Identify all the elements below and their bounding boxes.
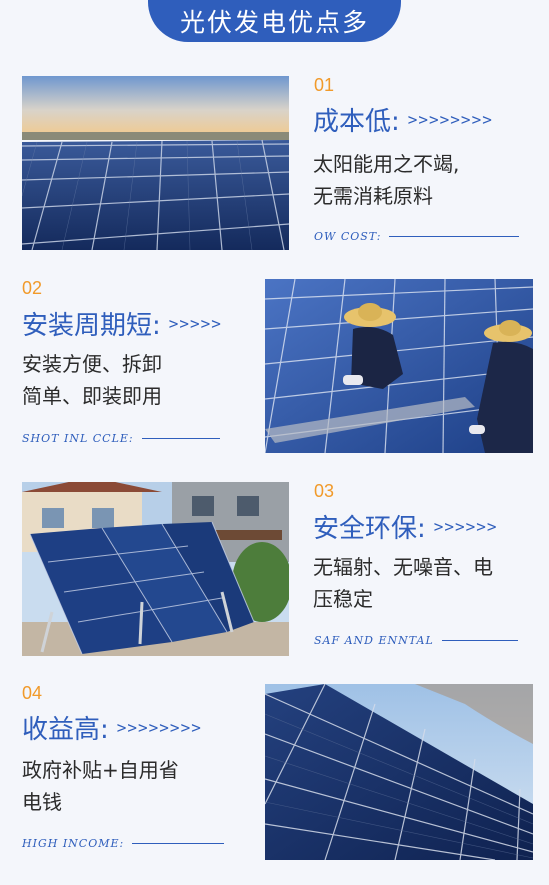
page-title: 光伏发电优点多 bbox=[179, 8, 369, 37]
item-english-caption: HIGH INCOME: bbox=[22, 837, 225, 850]
item-title-text: 安全环保: bbox=[313, 514, 426, 544]
caption-underline bbox=[141, 438, 220, 439]
chevrons-icon: >>>>> bbox=[168, 314, 222, 333]
item-number: 01 bbox=[314, 75, 335, 95]
item-english-caption: SHOT INL CCLE: bbox=[22, 432, 220, 445]
house-solar-panels-image bbox=[22, 482, 289, 656]
description-line: 安装方便、拆卸 bbox=[22, 352, 162, 376]
item-description: 太阳能用之不竭, 无需消耗原料 bbox=[313, 148, 459, 212]
description-line: 政府补贴+自用省 bbox=[22, 758, 179, 782]
item-number: 02 bbox=[22, 278, 43, 298]
item-number: 03 bbox=[314, 481, 335, 501]
item-description: 无辐射、无噪音、电 压稳定 bbox=[313, 551, 493, 615]
header-banner: 光伏发电优点多 bbox=[148, 0, 401, 42]
rooftop-solar-array-image bbox=[265, 684, 533, 860]
description-line: 电钱 bbox=[22, 790, 62, 814]
item-title-text: 收益高: bbox=[22, 715, 109, 745]
caption-underline bbox=[441, 640, 518, 641]
caption-text: HIGH INCOME: bbox=[22, 837, 125, 850]
caption-underline bbox=[389, 236, 520, 237]
caption-underline bbox=[132, 843, 225, 844]
item-title-text: 安装周期短: bbox=[22, 311, 161, 341]
installers-on-roof-image bbox=[265, 279, 533, 453]
solar-field-sunset-image bbox=[22, 76, 289, 250]
item-number: 04 bbox=[22, 683, 43, 703]
caption-text: OW COST: bbox=[314, 230, 382, 243]
chevrons-icon: >>>>>> bbox=[433, 517, 498, 536]
item-title: 收益高: >>>>>>>> bbox=[22, 709, 202, 746]
caption-text: SHOT INL CCLE: bbox=[22, 432, 134, 445]
caption-text: SAF AND ENNTAL bbox=[314, 634, 434, 647]
item-description: 政府补贴+自用省 电钱 bbox=[22, 754, 179, 818]
item-title: 成本低: >>>>>>>> bbox=[313, 101, 493, 138]
description-line: 无辐射、无噪音、电 bbox=[313, 555, 493, 579]
item-description: 安装方便、拆卸 简单、即装即用 bbox=[22, 348, 162, 412]
description-line: 太阳能用之不竭, bbox=[313, 152, 460, 176]
item-english-caption: OW COST: bbox=[314, 230, 520, 243]
item-english-caption: SAF AND ENNTAL bbox=[314, 634, 518, 647]
chevrons-icon: >>>>>>>> bbox=[116, 718, 202, 737]
item-title: 安装周期短: >>>>> bbox=[22, 305, 222, 342]
item-title: 安全环保: >>>>>> bbox=[313, 508, 498, 545]
description-line: 无需消耗原料 bbox=[313, 184, 433, 208]
description-line: 简单、即装即用 bbox=[22, 384, 162, 408]
description-line: 压稳定 bbox=[313, 587, 373, 611]
item-title-text: 成本低: bbox=[313, 107, 400, 137]
chevrons-icon: >>>>>>>> bbox=[407, 110, 493, 129]
